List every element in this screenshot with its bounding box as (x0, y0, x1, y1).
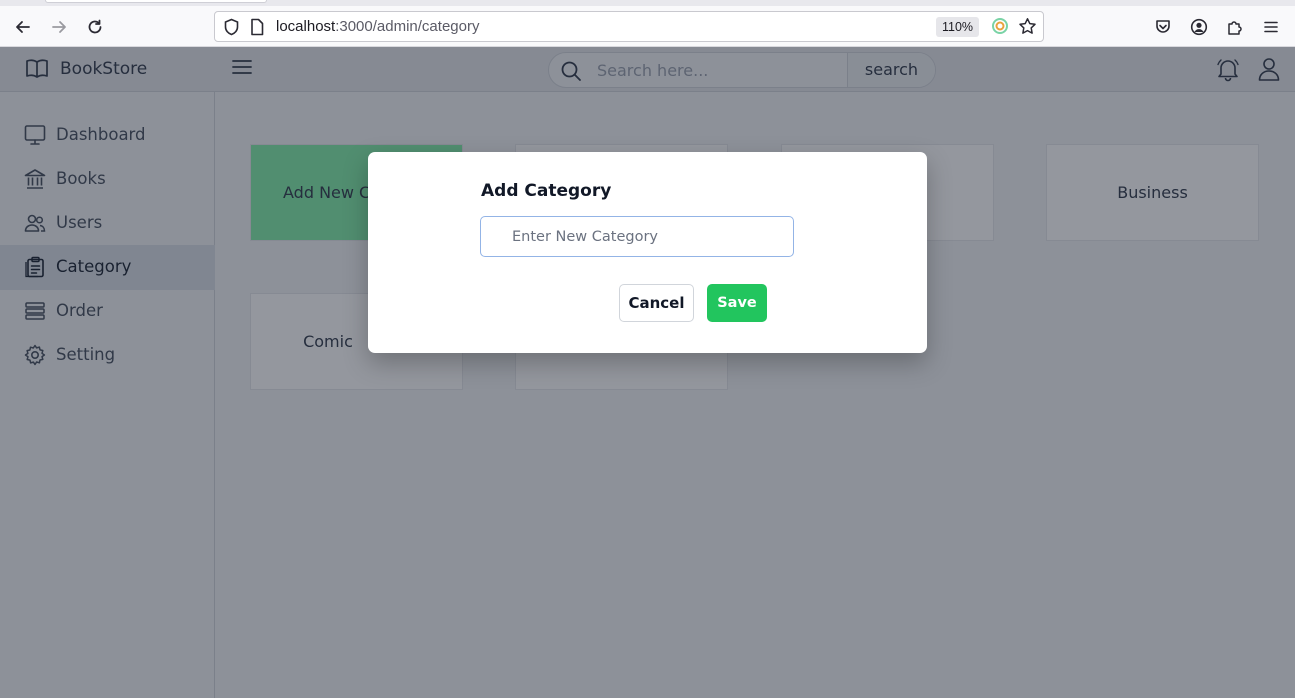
modal-backdrop[interactable] (0, 47, 1295, 698)
page-icon[interactable] (250, 18, 264, 40)
menu-icon[interactable] (1258, 14, 1284, 40)
browser-tab[interactable] (45, 0, 267, 3)
add-category-modal: Add Category Cancel Save (368, 152, 927, 353)
save-button[interactable]: Save (707, 284, 767, 322)
category-name-input[interactable] (480, 216, 794, 257)
url-path: :3000/admin/category (335, 18, 480, 35)
url-text[interactable]: localhost:3000/admin/category (276, 18, 479, 35)
modal-title: Add Category (481, 181, 612, 201)
address-bar[interactable]: localhost:3000/admin/category 110% (214, 11, 1044, 42)
forward-icon[interactable] (46, 14, 72, 40)
account-icon[interactable] (1186, 14, 1212, 40)
bookmark-star-icon[interactable] (1018, 17, 1037, 40)
pocket-icon[interactable] (1150, 14, 1176, 40)
zoom-badge[interactable]: 110% (936, 17, 980, 37)
browser-toolbar: localhost:3000/admin/category 110% (0, 6, 1295, 47)
extension-icon[interactable] (991, 17, 1009, 39)
url-host: localhost (276, 18, 336, 35)
back-icon[interactable] (10, 14, 36, 40)
extensions-puzzle-icon[interactable] (1222, 14, 1248, 40)
reload-icon[interactable] (82, 14, 108, 40)
shield-icon[interactable] (223, 18, 240, 40)
cancel-button[interactable]: Cancel (619, 284, 694, 322)
